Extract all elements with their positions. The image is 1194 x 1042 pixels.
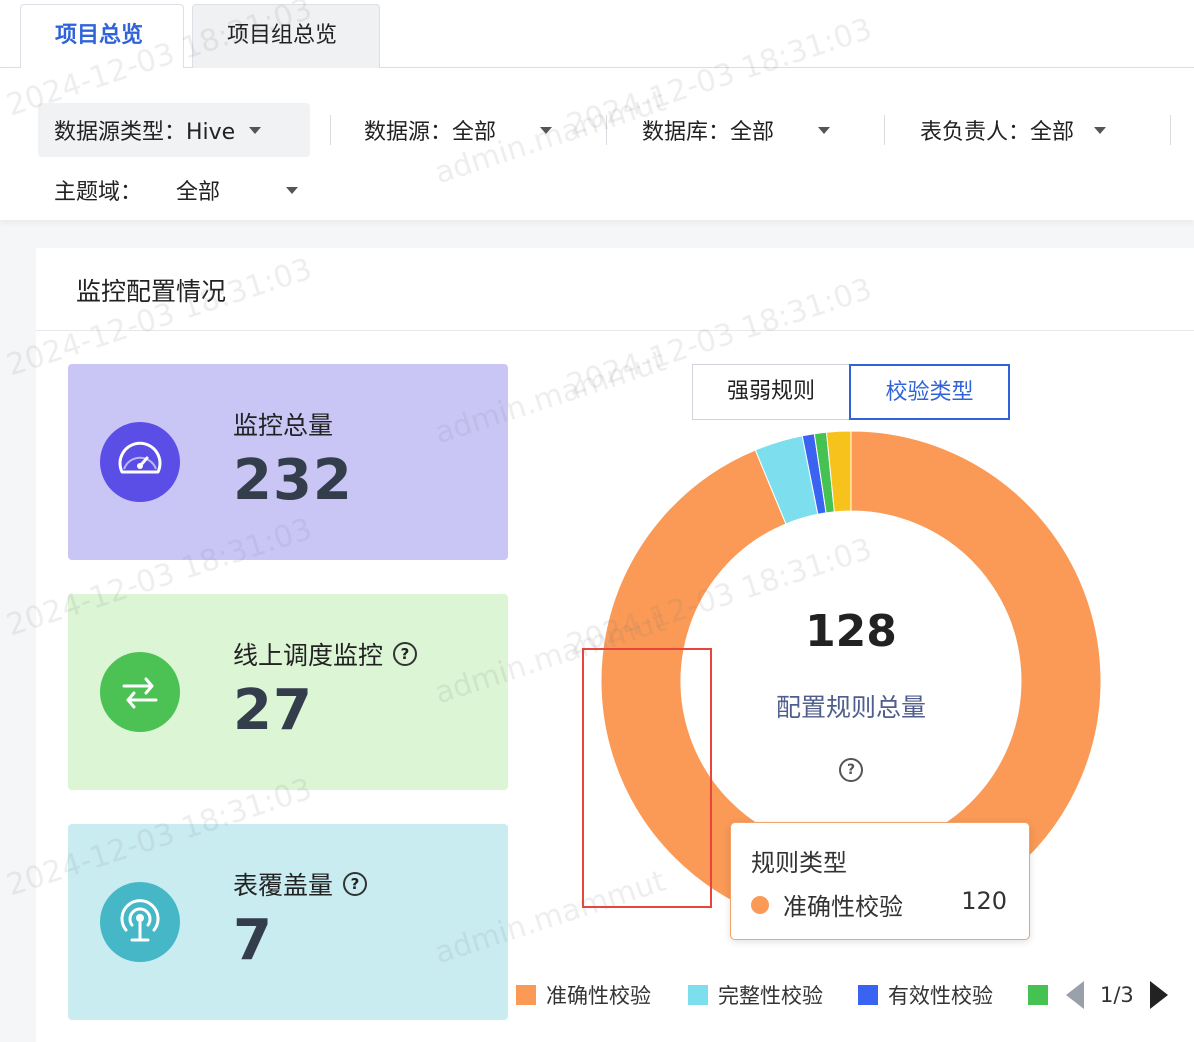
stat-card-table-coverage: 表覆盖量 ? 7 — [68, 824, 508, 1020]
legend-label: 完整性校验 — [718, 984, 823, 1008]
monitor-config-card: 监控配置情况 监控总量 232 线上调度监控 ? 27 表覆盖量 ? 7 强弱规… — [36, 248, 1194, 1042]
filter-database-label: 数据库：全部 — [642, 120, 775, 145]
tooltip-item-name: 准确性校验 — [783, 893, 903, 921]
tooltip-color-dot — [751, 896, 769, 914]
filter-datasource-type-label: 数据源类型：Hive — [54, 120, 236, 145]
tab-project-overview[interactable]: 项目总览 — [20, 4, 184, 69]
section-title: 监控配置情况 — [76, 277, 227, 306]
next-page-icon[interactable] — [1149, 981, 1168, 1009]
legend-item[interactable]: 准确性校验 — [516, 978, 651, 1012]
highlight-box — [582, 648, 712, 908]
tab-project-group-overview[interactable]: 项目组总览 — [192, 4, 380, 68]
help-icon[interactable]: ? — [839, 758, 863, 782]
legend-item[interactable] — [1028, 978, 1058, 1012]
stat-card-total: 监控总量 232 — [68, 364, 508, 560]
legend-pager: 1/3 — [1066, 978, 1168, 1012]
stat-card-online-schedule: 线上调度监控 ? 27 — [68, 594, 508, 790]
stat-label-wrap: 表覆盖量 ? — [233, 866, 368, 902]
tab-bar: 项目总览 项目组总览 — [0, 0, 1194, 69]
stat-label: 表覆盖量 — [233, 871, 334, 900]
swap-arrows-icon — [100, 652, 180, 732]
legend-swatch — [516, 985, 536, 1005]
chart-tooltip: 规则类型 准确性校验 120 — [730, 822, 1030, 940]
stat-value: 7 — [233, 908, 273, 973]
stat-label-wrap: 线上调度监控 ? — [233, 636, 418, 672]
filter-datasource-label: 数据源：全部 — [364, 120, 497, 145]
legend-page-indicator: 1/3 — [1100, 983, 1134, 1007]
caret-down-icon — [1094, 126, 1107, 134]
filter-subject-domain[interactable]: 主题域： 全部 — [54, 163, 299, 217]
legend-swatch — [1028, 985, 1048, 1005]
filter-bar: 数据源类型：Hive 数据源：全部 数据库：全部 表负责人：全部 主题域： 全部 — [0, 68, 1194, 220]
legend-label: 有效性校验 — [888, 984, 993, 1008]
chart-legend: 准确性校验 完整性校验 有效性校验 1/3 — [516, 978, 1194, 1012]
filter-subject-domain-value: 全部 — [176, 180, 221, 205]
divider — [1170, 115, 1171, 145]
filter-table-owner[interactable]: 表负责人：全部 — [920, 103, 1107, 157]
divider — [606, 115, 607, 145]
prev-page-icon[interactable] — [1066, 981, 1084, 1009]
caret-down-icon — [249, 126, 262, 134]
filter-database[interactable]: 数据库：全部 — [642, 103, 831, 157]
stat-label: 监控总量 — [233, 411, 334, 440]
legend-item[interactable]: 有效性校验 — [858, 978, 993, 1012]
legend-swatch — [858, 985, 878, 1005]
tooltip-title: 规则类型 — [751, 849, 847, 877]
tooltip-item-value: 120 — [961, 887, 1007, 915]
broadcast-icon — [100, 882, 180, 962]
caret-down-icon — [540, 126, 553, 134]
filter-datasource-type[interactable]: 数据源类型：Hive — [38, 103, 310, 157]
stat-value: 27 — [233, 678, 313, 743]
toggle-check-type[interactable]: 校验类型 — [849, 364, 1010, 420]
filter-subject-domain-label: 主题域： — [54, 180, 143, 205]
divider — [36, 330, 1194, 331]
donut-center-label: 配置规则总量 — [775, 693, 926, 722]
filter-datasource[interactable]: 数据源：全部 — [364, 103, 553, 157]
filter-table-owner-label: 表负责人：全部 — [920, 120, 1075, 145]
legend-item[interactable]: 完整性校验 — [688, 978, 823, 1012]
divider — [884, 115, 885, 145]
legend-swatch — [688, 985, 708, 1005]
toggle-strength-rules[interactable]: 强弱规则 — [692, 364, 850, 420]
caret-down-icon — [818, 126, 831, 134]
donut-center-value: 128 — [805, 606, 897, 657]
caret-down-icon — [286, 186, 299, 194]
stat-value: 232 — [233, 448, 353, 513]
help-icon[interactable]: ? — [343, 872, 368, 896]
help-icon[interactable]: ? — [393, 642, 418, 666]
gauge-icon — [100, 422, 180, 502]
stat-label: 线上调度监控 — [233, 641, 384, 670]
divider — [330, 115, 331, 145]
legend-label: 准确性校验 — [546, 984, 651, 1008]
